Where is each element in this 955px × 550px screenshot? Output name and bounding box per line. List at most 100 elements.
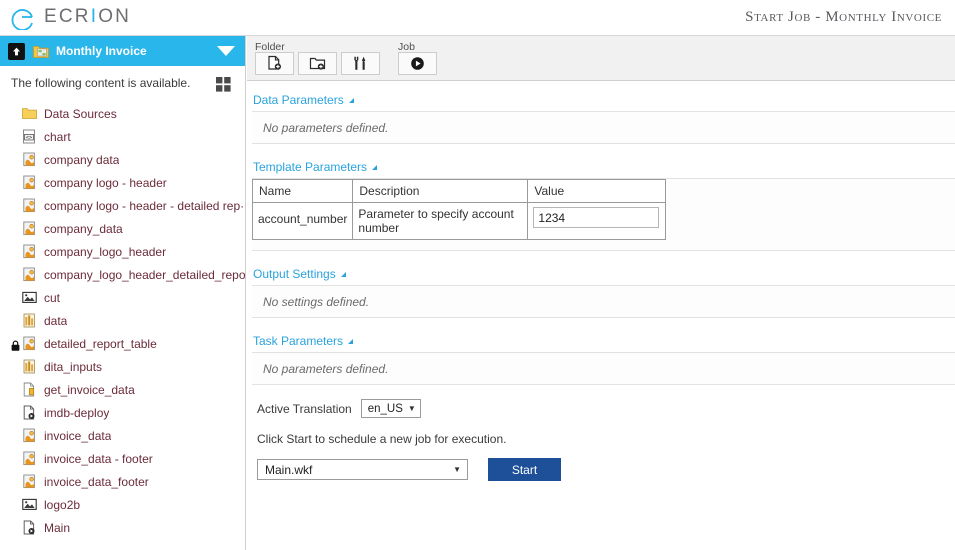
cell-parameter-name: account_number bbox=[251, 202, 354, 240]
sidebar-subheader: The following content is available. bbox=[0, 66, 245, 100]
tree-item[interactable]: company logo - header - detailed rep··· bbox=[0, 194, 245, 217]
workflow-file-icon bbox=[22, 520, 37, 535]
new-folder-button[interactable] bbox=[298, 52, 337, 75]
run-job-button[interactable] bbox=[398, 52, 437, 75]
tree-item-label: chart bbox=[44, 129, 71, 144]
collapse-caret-icon[interactable] bbox=[348, 97, 354, 103]
start-hint-text: Click Start to schedule a new job for ex… bbox=[257, 432, 507, 446]
grid-view-icon[interactable] bbox=[216, 77, 231, 92]
tree-item-label: cut bbox=[44, 290, 61, 305]
data-file-icon bbox=[22, 359, 37, 374]
ecrion-logo-mark bbox=[10, 4, 36, 31]
chevron-down-icon: ▼ bbox=[407, 404, 416, 413]
task-parameters-body: No parameters defined. bbox=[252, 352, 955, 385]
data-parameters-empty-text: No parameters defined. bbox=[263, 120, 389, 135]
workflow-select[interactable]: Main.wkf ▼ bbox=[257, 459, 468, 480]
template-file-icon bbox=[22, 198, 37, 213]
tree-item[interactable]: detailed_report_table bbox=[0, 332, 245, 355]
tree-item-label: company logo - header - detailed rep··· bbox=[44, 198, 245, 213]
panel-content: Data Parameters No parameters defined. T… bbox=[247, 81, 955, 481]
section-header-output-settings[interactable]: Output Settings bbox=[253, 267, 955, 281]
start-button[interactable]: Start bbox=[488, 458, 561, 481]
parameter-value-input[interactable] bbox=[533, 207, 660, 228]
section-header-template-parameters[interactable]: Template Parameters bbox=[253, 160, 955, 174]
output-settings-body: No settings defined. bbox=[252, 285, 955, 318]
tree-item-label: invoice_data - footer bbox=[44, 451, 153, 466]
section-title-task-parameters: Task Parameters bbox=[253, 334, 344, 348]
tree-item[interactable]: Main bbox=[0, 516, 245, 539]
tree-item[interactable]: logo2b bbox=[0, 493, 245, 516]
template-file-icon bbox=[22, 244, 37, 259]
tree-item[interactable]: imdb-deploy bbox=[0, 401, 245, 424]
data-parameters-body: No parameters defined. bbox=[252, 111, 955, 144]
column-header-description: Description bbox=[352, 179, 529, 203]
sidebar-title: Monthly Invoice bbox=[56, 44, 147, 58]
tree-item-label: company_logo_header_detailed_report bbox=[44, 267, 245, 282]
workflow-file-icon bbox=[22, 405, 37, 420]
tree-item-label: company data bbox=[44, 152, 120, 167]
application-window: ECRION Start Job - Monthly Invoice Month… bbox=[0, 0, 955, 550]
template-file-icon bbox=[22, 267, 37, 282]
section-title-output-settings: Output Settings bbox=[253, 267, 336, 281]
section-header-data-parameters[interactable]: Data Parameters bbox=[253, 93, 955, 107]
translation-label: Active Translation bbox=[257, 401, 352, 416]
sidebar: Monthly Invoice The following content is… bbox=[0, 36, 246, 550]
tree-item-label: invoice_data bbox=[44, 428, 112, 443]
cell-parameter-description: Parameter to specify account number bbox=[352, 202, 529, 240]
collapse-caret-icon[interactable] bbox=[372, 164, 378, 170]
svg-text:<>: <> bbox=[26, 135, 33, 141]
chevron-down-icon[interactable] bbox=[217, 46, 235, 56]
image-file-icon bbox=[22, 290, 37, 305]
start-row: Main.wkf ▼ Start bbox=[257, 458, 955, 481]
tree-item[interactable]: cut bbox=[0, 286, 245, 309]
template-file-icon bbox=[22, 451, 37, 466]
tree-item[interactable]: company logo - header bbox=[0, 171, 245, 194]
sidebar-header[interactable]: Monthly Invoice bbox=[0, 36, 245, 66]
tree-item-label: logo2b bbox=[44, 497, 81, 512]
tree-item[interactable]: Data Sources bbox=[0, 102, 245, 125]
template-file-icon bbox=[22, 336, 37, 351]
collapse-caret-icon[interactable] bbox=[348, 338, 354, 344]
ecrion-logo: ECRION bbox=[10, 4, 132, 31]
cell-parameter-value bbox=[527, 202, 667, 240]
tree-item[interactable]: <> chart bbox=[0, 125, 245, 148]
table-header-row: Name Description Value bbox=[251, 179, 667, 203]
lock-icon bbox=[11, 340, 20, 351]
template-file-icon bbox=[22, 221, 37, 236]
translation-value: en_US bbox=[367, 402, 403, 415]
new-file-button[interactable] bbox=[255, 52, 294, 75]
tree-item[interactable]: invoice_data - footer bbox=[0, 447, 245, 470]
tree-item-label: get_invoice_data bbox=[44, 382, 135, 397]
tree-item[interactable]: data bbox=[0, 309, 245, 332]
folder-template-icon bbox=[33, 44, 49, 59]
content-tree: Data Sources <> chart company data company l… bbox=[0, 100, 245, 539]
tree-item[interactable]: company_logo_header_detailed_report bbox=[0, 263, 245, 286]
tree-item[interactable]: company_logo_header bbox=[0, 240, 245, 263]
ecrion-logo-text: ECRION bbox=[44, 6, 132, 27]
tree-item[interactable]: company_data bbox=[0, 217, 245, 240]
template-file-icon bbox=[22, 152, 37, 167]
tree-item[interactable]: get_invoice_data bbox=[0, 378, 245, 401]
tree-item-label: company_logo_header bbox=[44, 244, 167, 259]
tree-item-label: imdb-deploy bbox=[44, 405, 110, 420]
collapse-caret-icon[interactable] bbox=[340, 271, 346, 277]
toolbar-folder-buttons bbox=[255, 52, 384, 75]
up-arrow-icon[interactable] bbox=[8, 42, 25, 60]
tools-button[interactable] bbox=[341, 52, 380, 75]
section-title-template-parameters: Template Parameters bbox=[253, 160, 368, 174]
top-bar: ECRION Start Job - Monthly Invoice bbox=[0, 0, 955, 36]
section-header-task-parameters[interactable]: Task Parameters bbox=[253, 334, 955, 348]
tree-item[interactable]: invoice_data bbox=[0, 424, 245, 447]
task-parameters-empty-text: No parameters defined. bbox=[263, 361, 389, 376]
translation-select[interactable]: en_US ▼ bbox=[360, 399, 421, 418]
page-title: Start Job - Monthly Invoice bbox=[745, 9, 942, 25]
tree-item-label: invoice_data_footer bbox=[44, 474, 149, 489]
tree-item[interactable]: dita_inputs bbox=[0, 355, 245, 378]
template-parameters-body: Name Description Value account_number Pa… bbox=[251, 178, 955, 251]
table-row: account_number Parameter to specify acco… bbox=[251, 202, 667, 240]
tree-item-label: company logo - header bbox=[44, 175, 167, 190]
tree-item[interactable]: invoice_data_footer bbox=[0, 470, 245, 493]
tree-item[interactable]: company data bbox=[0, 148, 245, 171]
template-file-icon bbox=[22, 474, 37, 489]
chevron-down-icon: ▼ bbox=[453, 465, 461, 474]
